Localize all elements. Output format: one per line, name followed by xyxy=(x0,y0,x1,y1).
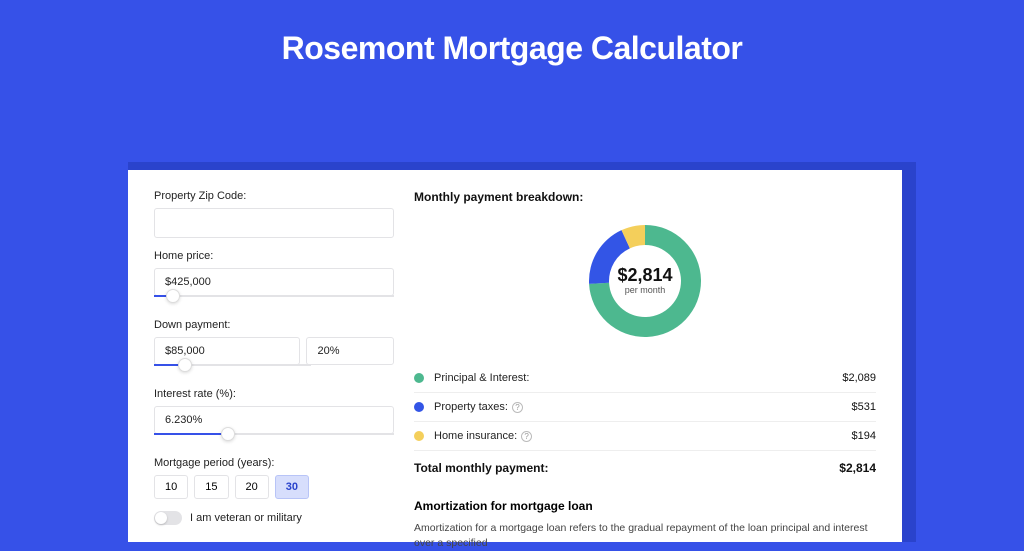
amortization-text: Amortization for a mortgage loan refers … xyxy=(414,521,876,551)
interest-slider-fill xyxy=(154,433,228,435)
period-option-10[interactable]: 10 xyxy=(154,475,188,499)
info-icon[interactable]: ? xyxy=(521,431,532,442)
total-row: Total monthly payment: $2,814 xyxy=(414,451,876,487)
legend-label: Home insurance: xyxy=(434,430,517,442)
donut-chart: $2,814 per month xyxy=(414,212,876,358)
info-icon[interactable]: ? xyxy=(512,402,523,413)
veteran-label: I am veteran or military xyxy=(190,512,302,524)
total-amount: $2,814 xyxy=(839,461,876,475)
legend: Principal & Interest: $2,089 Property taxe… xyxy=(414,364,876,451)
legend-amount: $2,089 xyxy=(842,372,876,384)
total-label: Total monthly payment: xyxy=(414,461,548,475)
interest-label: Interest rate (%): xyxy=(154,388,394,400)
down-payment-slider-thumb[interactable] xyxy=(178,358,192,372)
period-options: 1015 2030 xyxy=(154,475,394,499)
legend-amount: $194 xyxy=(852,430,876,442)
period-option-15[interactable]: 15 xyxy=(194,475,228,499)
down-payment-slider[interactable] xyxy=(154,364,311,378)
home-price-input[interactable] xyxy=(154,268,394,296)
legend-row: Home insurance:? $194 xyxy=(414,422,876,451)
home-price-label: Home price: xyxy=(154,250,394,262)
interest-slider-thumb[interactable] xyxy=(221,427,235,441)
donut-center-sub: per month xyxy=(625,285,666,295)
donut-center-amount: $2,814 xyxy=(617,265,672,285)
period-option-30[interactable]: 30 xyxy=(275,475,309,499)
interest-slider[interactable] xyxy=(154,433,394,447)
down-payment-pct-input[interactable] xyxy=(306,337,394,365)
zip-input[interactable] xyxy=(154,208,394,238)
home-price-slider-thumb[interactable] xyxy=(166,289,180,303)
breakdown-title: Monthly payment breakdown: xyxy=(414,190,876,204)
zip-label: Property Zip Code: xyxy=(154,190,394,202)
down-payment-input[interactable] xyxy=(154,337,300,365)
legend-row: Principal & Interest: $2,089 xyxy=(414,364,876,393)
amortization-title: Amortization for mortgage loan xyxy=(414,499,876,513)
period-option-20[interactable]: 20 xyxy=(235,475,269,499)
legend-label: Property taxes: xyxy=(434,401,508,413)
inputs-column: Property Zip Code: Home price: Down paym… xyxy=(154,190,394,551)
calculator-card: Property Zip Code: Home price: Down paym… xyxy=(128,170,902,542)
page-title: Rosemont Mortgage Calculator xyxy=(0,30,1024,67)
home-price-slider[interactable] xyxy=(154,295,394,309)
period-label: Mortgage period (years): xyxy=(154,457,394,469)
legend-row: Property taxes:? $531 xyxy=(414,393,876,422)
down-payment-label: Down payment: xyxy=(154,319,394,331)
interest-input[interactable] xyxy=(154,406,394,434)
legend-dot-icon xyxy=(414,402,424,412)
breakdown-column: Monthly payment breakdown: $2,814 per mo… xyxy=(414,190,876,551)
legend-dot-icon xyxy=(414,373,424,383)
veteran-toggle[interactable] xyxy=(154,511,182,525)
legend-amount: $531 xyxy=(852,401,876,413)
legend-label: Principal & Interest: xyxy=(434,372,529,384)
legend-dot-icon xyxy=(414,431,424,441)
card-columns: Property Zip Code: Home price: Down paym… xyxy=(128,170,902,551)
